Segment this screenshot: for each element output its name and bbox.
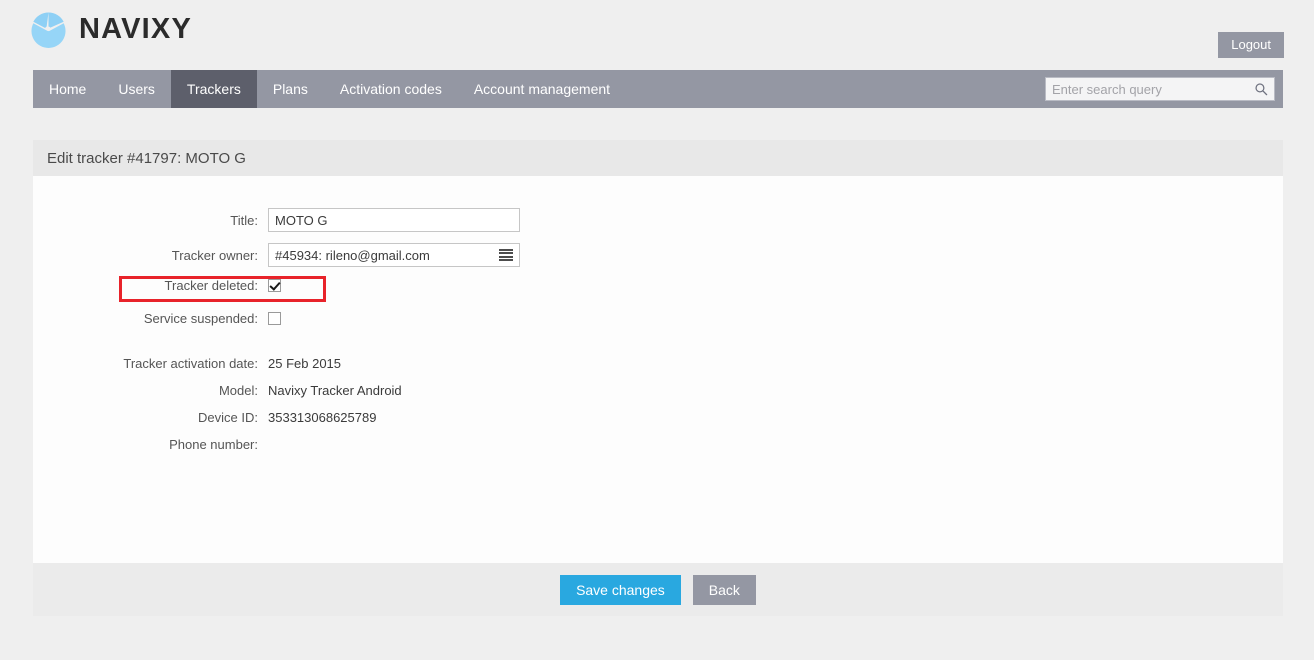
- owner-input[interactable]: [268, 243, 520, 267]
- field-row-tracker-deleted: Tracker deleted:: [33, 278, 1283, 293]
- hamburger-icon[interactable]: [499, 249, 513, 261]
- card-footer: Save changes Back: [33, 563, 1283, 616]
- service-suspended-checkbox[interactable]: [268, 312, 281, 325]
- activation-date-value: 25 Feb 2015: [268, 356, 342, 371]
- title-label: Title:: [230, 212, 258, 228]
- field-row-owner: Tracker owner:: [33, 243, 1283, 267]
- field-row-service-suspended: Service suspended:: [33, 311, 1283, 326]
- brand-name: NAVIXY: [79, 13, 193, 45]
- owner-input-group: [268, 243, 520, 267]
- activation-date-label: Tracker activation date:: [123, 356, 258, 371]
- device-id-value: 353313068625789: [268, 410, 377, 425]
- field-row-title: Title:: [33, 208, 1283, 232]
- nav-item-account-management[interactable]: Account management: [458, 70, 626, 108]
- navixy-logo-icon: [30, 11, 67, 48]
- logout-button[interactable]: Logout: [1218, 32, 1284, 58]
- owner-label: Tracker owner:: [171, 247, 258, 263]
- nav-item-home[interactable]: Home: [33, 70, 102, 108]
- save-changes-button[interactable]: Save changes: [560, 574, 681, 605]
- model-value: Navixy Tracker Android: [268, 383, 402, 398]
- service-suspended-label: Service suspended:: [143, 311, 258, 326]
- info-row-activation-date: Tracker activation date: 25 Feb 2015: [33, 356, 1283, 371]
- model-label: Model:: [218, 383, 258, 398]
- search-input[interactable]: [1045, 77, 1275, 101]
- search-box: [1045, 77, 1275, 101]
- nav-item-activation-codes[interactable]: Activation codes: [324, 70, 458, 108]
- main-navigation: Home Users Trackers Plans Activation cod…: [33, 70, 1283, 108]
- edit-tracker-card: Edit tracker #41797: MOTO G Title: Track…: [33, 140, 1283, 616]
- phone-number-label: Phone number:: [169, 437, 258, 452]
- tracker-deleted-label: Tracker deleted:: [164, 278, 258, 293]
- info-row-model: Model: Navixy Tracker Android: [33, 383, 1283, 398]
- brand-logo[interactable]: NAVIXY: [30, 11, 192, 48]
- info-row-phone-number: Phone number:: [33, 437, 1283, 452]
- info-row-device-id: Device ID: 353313068625789: [33, 410, 1283, 425]
- page-title: Edit tracker #41797: MOTO G: [47, 149, 246, 167]
- nav-item-plans[interactable]: Plans: [257, 70, 324, 108]
- card-header: Edit tracker #41797: MOTO G: [33, 140, 1283, 176]
- card-body: Title: Tracker owner: Tracker deleted: S…: [33, 176, 1283, 563]
- nav-item-trackers[interactable]: Trackers: [170, 70, 257, 108]
- device-id-label: Device ID:: [198, 410, 258, 425]
- back-button[interactable]: Back: [692, 574, 756, 605]
- title-input[interactable]: [268, 208, 520, 232]
- tracker-deleted-checkbox[interactable]: [268, 279, 281, 292]
- nav-item-users[interactable]: Users: [102, 70, 171, 108]
- top-bar: NAVIXY Logout: [0, 0, 1314, 70]
